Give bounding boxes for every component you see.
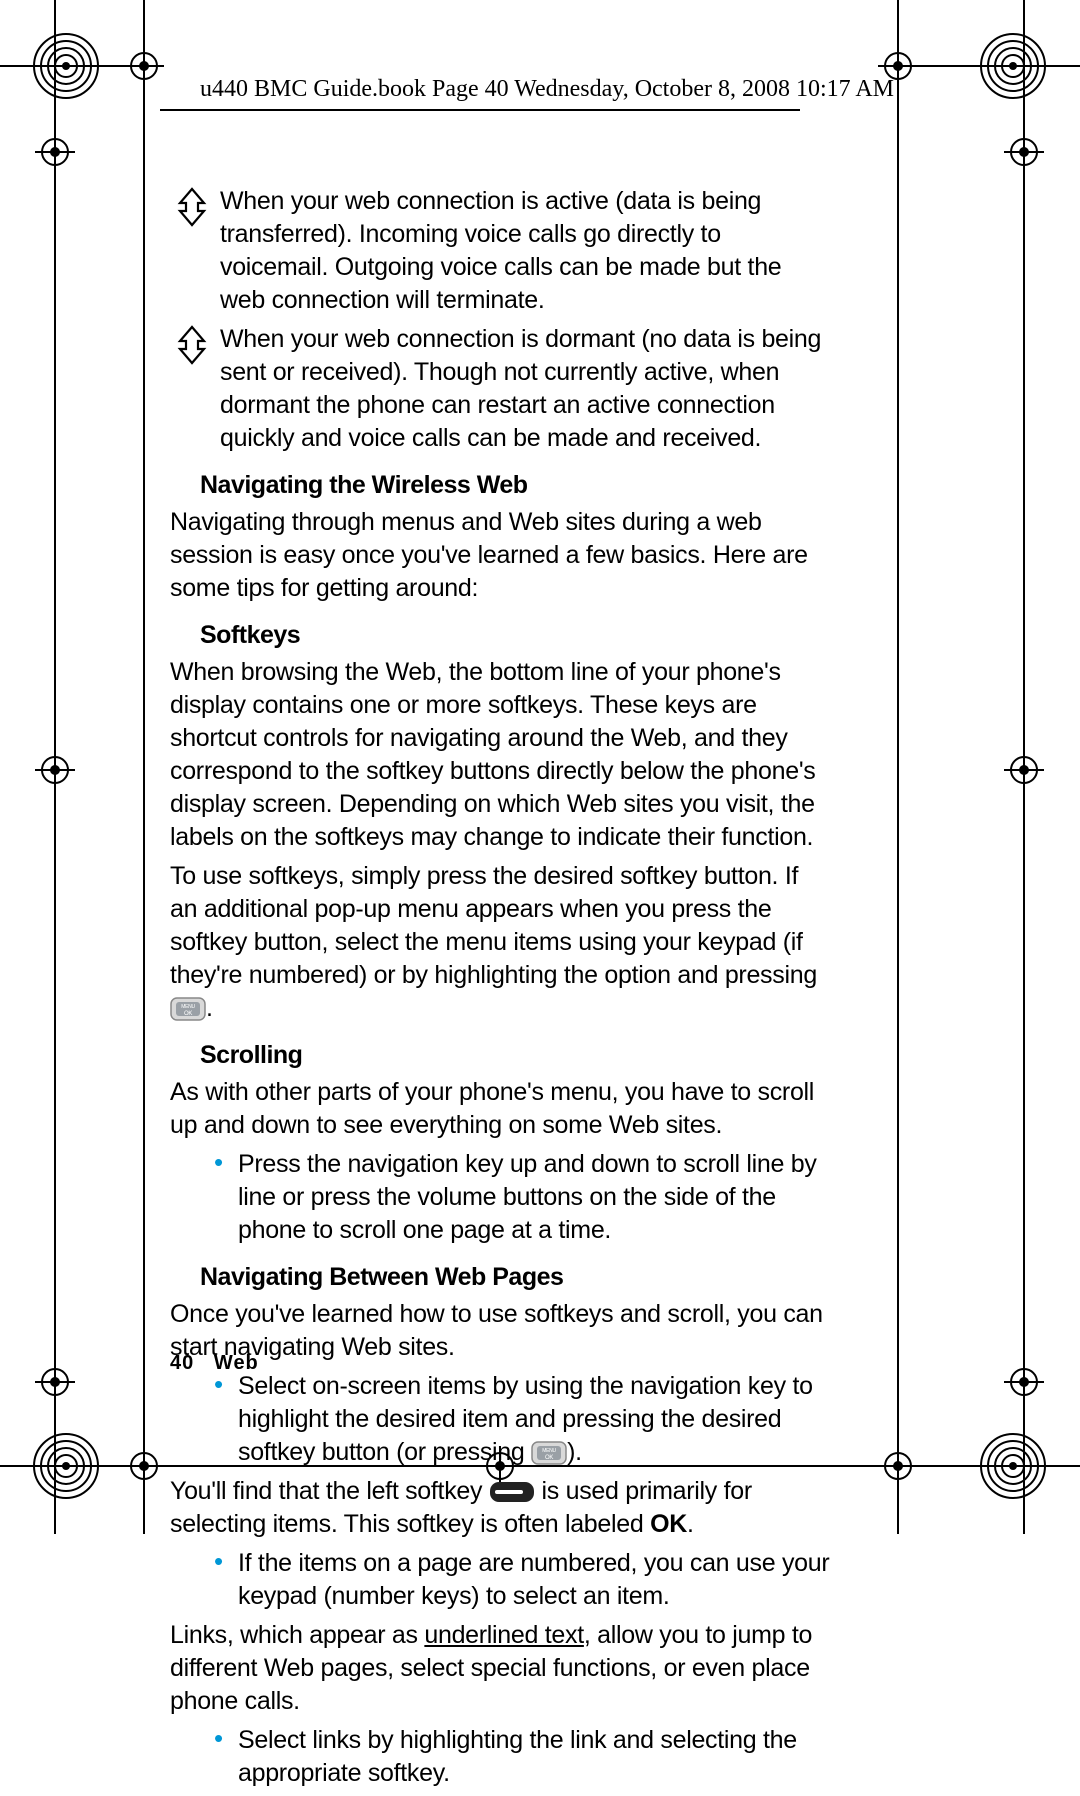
para-navigating-wireless-web: Navigating through menus and Web sites d… xyxy=(170,506,830,605)
section-name: Web xyxy=(214,1352,259,1374)
heading-navigating-wireless-web: Navigating the Wireless Web xyxy=(200,471,830,500)
para-softkeys-2b: . xyxy=(206,994,213,1022)
crop-line xyxy=(54,786,56,1366)
bullet-scrolling-text: Press the navigation key up and down to … xyxy=(238,1148,830,1247)
crop-line xyxy=(54,0,56,140)
para-softkeys-1: When browsing the Web, the bottom line o… xyxy=(170,656,830,854)
crop-target-icon xyxy=(1004,750,1044,790)
para-softkeys-2a: To use softkeys, simply press the desire… xyxy=(170,862,817,989)
bullet-scrolling: • Press the navigation key up and down t… xyxy=(170,1148,830,1247)
crop-line xyxy=(0,1465,130,1467)
status-dormant-text: When your web connection is dormant (no … xyxy=(220,323,830,455)
menu-ok-key-icon: MENUOK xyxy=(531,1441,567,1465)
crop-line xyxy=(143,82,145,1450)
bullet-dot-icon: • xyxy=(214,1150,234,1174)
crop-line xyxy=(897,1482,899,1534)
heading-scrolling: Scrolling xyxy=(200,1041,830,1070)
para-left-softkey: You'll find that the left softkey is use… xyxy=(170,1475,830,1541)
status-row-active: When your web connection is active (data… xyxy=(170,185,830,317)
bullet-navpages-3: • Select links by highlighting the link … xyxy=(170,1724,830,1790)
crop-line xyxy=(912,1465,1080,1467)
crop-line xyxy=(912,65,1080,67)
crop-target-icon xyxy=(1004,1362,1044,1402)
crop-line xyxy=(1023,166,1025,756)
crop-line xyxy=(897,82,899,1450)
menu-ok-key-icon: MENUOK xyxy=(170,997,206,1021)
svg-text:MENU: MENU xyxy=(542,1448,556,1454)
svg-text:MENU: MENU xyxy=(181,1004,195,1010)
para-left-softkey-a: You'll find that the left softkey xyxy=(170,1477,489,1505)
status-row-dormant: When your web connection is dormant (no … xyxy=(170,323,830,455)
content-column: When your web connection is active (data… xyxy=(170,185,830,1796)
bullet-navpages-2-text: If the items on a page are numbered, you… xyxy=(238,1547,830,1613)
svg-text:OK: OK xyxy=(184,1011,192,1017)
status-active-text: When your web connection is active (data… xyxy=(220,185,830,317)
crop-target-icon xyxy=(35,750,75,790)
bullet-navpages-3-text: Select links by highlighting the link an… xyxy=(238,1724,830,1790)
crop-line xyxy=(143,1482,145,1534)
para-links: Links, which appear as underlined text, … xyxy=(170,1619,830,1718)
document-page: u440 BMC Guide.book Page 40 Wednesday, O… xyxy=(0,0,1080,1534)
para-links-a: Links, which appear as xyxy=(170,1621,424,1649)
bullet-navpages-2: • If the items on a page are numbered, y… xyxy=(170,1547,830,1613)
bullet-dot-icon: • xyxy=(214,1372,234,1396)
para-navpages: Once you've learned how to use softkeys … xyxy=(170,1298,830,1364)
crop-target-icon xyxy=(35,1362,75,1402)
heading-navigating-between-pages: Navigating Between Web Pages xyxy=(200,1263,830,1292)
crop-line xyxy=(0,65,130,67)
bullet-navpages-1a: Select on-screen items by using the navi… xyxy=(238,1372,813,1466)
page-number: 40 xyxy=(170,1352,194,1374)
bullet-navpages-1-text: Select on-screen items by using the navi… xyxy=(238,1370,830,1469)
para-softkeys-2: To use softkeys, simply press the desire… xyxy=(170,860,830,1025)
crop-line xyxy=(54,166,56,756)
crop-line xyxy=(143,0,145,50)
bullet-dot-icon: • xyxy=(214,1549,234,1573)
left-softkey-icon xyxy=(489,1479,535,1501)
crop-line xyxy=(897,0,899,50)
heading-softkeys: Softkeys xyxy=(200,621,830,650)
crop-line xyxy=(1023,1398,1025,1534)
bullet-navpages-1b: ). xyxy=(567,1438,582,1466)
svg-text:OK: OK xyxy=(545,1455,553,1461)
para-links-underlined: underlined text xyxy=(424,1621,584,1649)
arrow-dormant-icon xyxy=(170,323,214,367)
crop-target-icon xyxy=(124,46,164,86)
para-scrolling: As with other parts of your phone's menu… xyxy=(170,1076,830,1142)
crop-line xyxy=(1023,786,1025,1366)
page-footer: 40 Web xyxy=(170,1352,259,1375)
crop-line xyxy=(54,1398,56,1534)
bullet-dot-icon: • xyxy=(214,1726,234,1750)
header-running-title: u440 BMC Guide.book Page 40 Wednesday, O… xyxy=(200,76,894,103)
arrow-active-icon xyxy=(170,185,214,229)
crop-line xyxy=(1023,0,1025,140)
header-rule xyxy=(160,109,800,111)
bullet-navpages-1: • Select on-screen items by using the na… xyxy=(170,1370,830,1469)
